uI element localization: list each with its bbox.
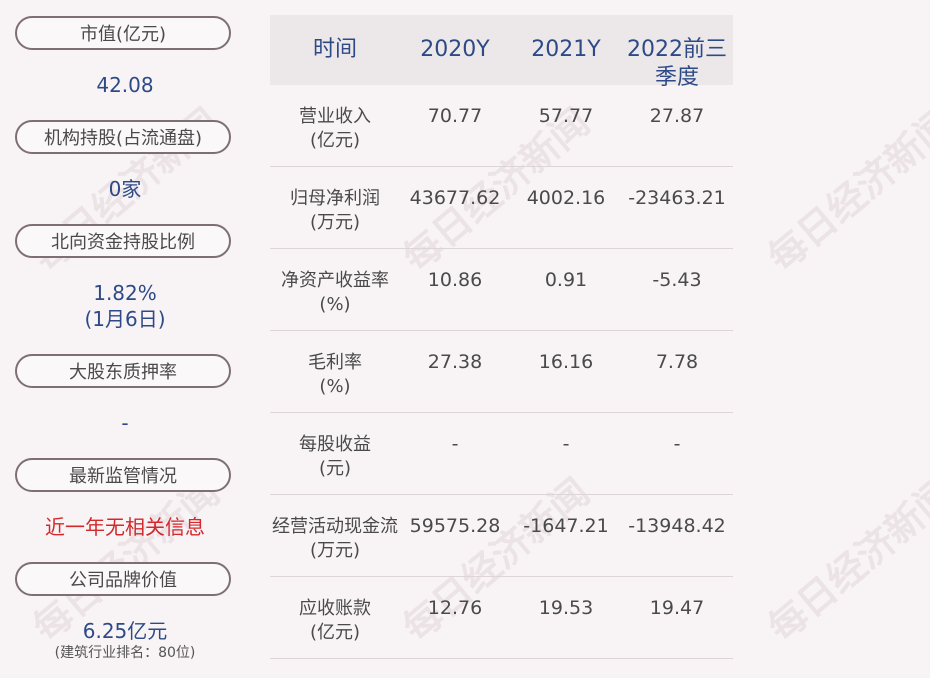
table-cell: 70.77 — [427, 105, 483, 127]
inst-holding-value: 0家 — [108, 177, 142, 201]
row-label-unit: (元) — [318, 458, 352, 479]
table-body: 营业收入 (亿元) 70.77 57.77 27.87 归母净利润 (万元) 43677.62… — [270, 85, 733, 659]
table-cell: -1647.21 — [523, 515, 609, 537]
row-label: 净资产收益率 (%) — [270, 269, 400, 317]
row-label: 每股收益 (元) — [270, 433, 400, 481]
table-row: 毛利率 (%) 27.38 16.16 7.78 — [270, 331, 733, 413]
brand-value-label: 公司品牌价值 — [15, 562, 231, 596]
financial-table: 时间 2020Y 2021Y 2022前三 季度 营业收入 (亿元) 70.77 57… — [270, 15, 733, 659]
regulation-value: 近一年无相关信息 — [45, 515, 205, 539]
row-label: 应收账款 (亿元) — [270, 597, 400, 645]
row-label-name: 经营活动现金流 — [272, 516, 398, 537]
table-cell: 10.86 — [427, 269, 483, 291]
table-row: 经营活动现金流 (万元) 59575.28 -1647.21 -13948.42 — [270, 495, 733, 577]
inst-holding-label: 机构持股(占流通盘) — [15, 120, 231, 154]
row-label: 毛利率 (%) — [270, 351, 400, 399]
table-cell: 27.87 — [649, 105, 705, 127]
brand-value-amount: 6.25亿元 — [82, 619, 168, 643]
regulation-label: 最新监管情况 — [15, 458, 231, 492]
left-panel: 市值(亿元) 42.08 机构持股(占流通盘) 0家 北向资金持股比例 1.82… — [0, 0, 250, 678]
row-label-unit: (万元) — [309, 212, 361, 233]
table-cell: - — [673, 433, 681, 455]
table-cell: 0.91 — [544, 269, 588, 291]
market-cap-value: 42.08 — [96, 73, 154, 97]
table-cell: 16.16 — [538, 351, 594, 373]
brand-rank: (建筑行业排名：80位) — [54, 645, 196, 661]
header-2022: 2022前三 季度 — [621, 36, 733, 92]
table-cell: 7.78 — [655, 351, 699, 373]
table-cell: -23463.21 — [628, 187, 726, 209]
row-label-name: 归母净利润 — [290, 188, 380, 209]
northbound-percent: 1.82% — [93, 281, 157, 305]
row-label-unit: (亿元) — [309, 622, 361, 643]
row-label-unit: (%) — [319, 376, 351, 397]
header-time: 时间 — [312, 37, 357, 62]
watermark: 每日经济新闻 — [759, 470, 930, 651]
row-label-name: 毛利率 — [308, 352, 362, 373]
brand-value: 6.25亿元 (建筑行业排名：80位) — [0, 618, 250, 662]
row-label-name: 净资产收益率 — [281, 270, 389, 291]
table-cell: -13948.42 — [628, 515, 726, 537]
row-label-name: 每股收益 — [299, 434, 371, 455]
table-header: 时间 2020Y 2021Y 2022前三 季度 — [270, 15, 733, 90]
table-cell: 27.38 — [427, 351, 483, 373]
table-row: 归母净利润 (万元) 43677.62 4002.16 -23463.21 — [270, 167, 733, 249]
header-2022-line1: 2022前三 — [627, 37, 727, 62]
pledge-label: 大股东质押率 — [15, 354, 231, 388]
row-label-name: 应收账款 — [299, 598, 371, 619]
table-cell: 19.47 — [649, 597, 705, 619]
table-cell: 19.53 — [538, 597, 594, 619]
row-label-unit: (%) — [319, 294, 351, 315]
table-cell: - — [451, 433, 459, 455]
header-2020: 2020Y — [420, 37, 490, 62]
row-label-name: 营业收入 — [299, 106, 371, 127]
table-cell: 59575.28 — [409, 515, 501, 537]
row-label-unit: (万元) — [309, 540, 361, 561]
row-label-unit: (亿元) — [309, 130, 361, 151]
table-row: 净资产收益率 (%) 10.86 0.91 -5.43 — [270, 249, 733, 331]
table-cell: 43677.62 — [409, 187, 501, 209]
market-cap-label: 市值(亿元) — [15, 16, 231, 50]
table-row: 营业收入 (亿元) 70.77 57.77 27.87 — [270, 85, 733, 167]
watermark: 每日经济新闻 — [759, 100, 930, 281]
row-label: 经营活动现金流 (万元) — [270, 515, 400, 563]
pledge-value: - — [121, 411, 129, 435]
table-row: 每股收益 (元) - - - — [270, 413, 733, 495]
row-label: 营业收入 (亿元) — [270, 105, 400, 153]
table-cell: -5.43 — [652, 269, 702, 291]
table-cell: 57.77 — [538, 105, 594, 127]
table-cell: 4002.16 — [526, 187, 606, 209]
northbound-value: 1.82% (1月6日) — [0, 280, 250, 332]
northbound-date: (1月6日) — [84, 307, 166, 331]
table-cell: 12.76 — [427, 597, 483, 619]
table-row: 应收账款 (亿元) 12.76 19.53 19.47 — [270, 577, 733, 659]
northbound-label: 北向资金持股比例 — [15, 224, 231, 258]
header-2021: 2021Y — [531, 37, 601, 62]
row-label: 归母净利润 (万元) — [270, 187, 400, 235]
table-cell: - — [562, 433, 570, 455]
